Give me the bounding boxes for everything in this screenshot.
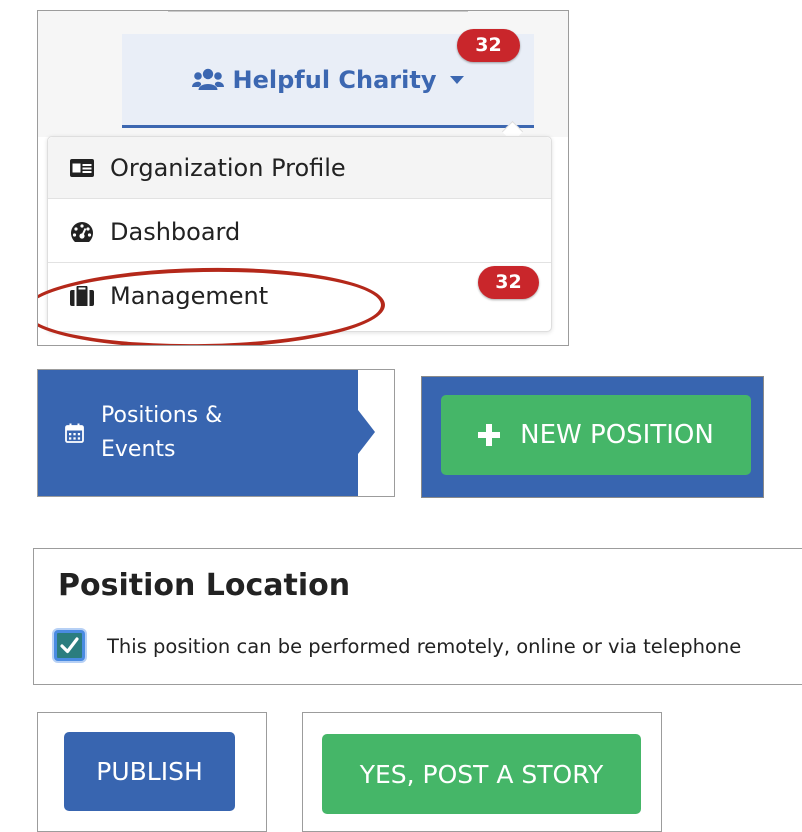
plus-icon <box>478 424 501 446</box>
new-position-panel: NEW POSITION <box>421 376 764 498</box>
org-name: Helpful Charity <box>232 65 437 94</box>
nav-item-label: Positions & Events <box>101 399 222 467</box>
tachometer-icon <box>71 221 93 242</box>
nav-label-line-2: Events <box>101 437 176 462</box>
management-badge: 32 <box>478 266 539 299</box>
menu-item-label: Organization Profile <box>110 153 346 182</box>
org-menu-panel: Helpful Charity 32 Organization Profile <box>37 10 569 346</box>
section-heading: Position Location <box>58 568 351 603</box>
caret-down-icon <box>450 75 465 84</box>
calendar-icon <box>65 423 84 443</box>
new-position-label: NEW POSITION <box>520 420 714 450</box>
positions-events-panel: Positions & Events <box>37 369 395 497</box>
position-location-panel: Position Location This position can be p… <box>33 548 802 685</box>
checkmark-icon <box>60 637 79 654</box>
new-position-button[interactable]: NEW POSITION <box>441 395 751 475</box>
remote-checkbox-label[interactable]: This position can be performed remotely,… <box>107 635 741 658</box>
header-divider <box>168 11 468 12</box>
id-card-icon <box>70 158 94 177</box>
notification-badge: 32 <box>457 29 520 62</box>
menu-item-dashboard[interactable]: Dashboard <box>48 201 551 263</box>
menu-item-organization-profile[interactable]: Organization Profile <box>48 137 551 199</box>
active-arrow <box>358 410 375 454</box>
post-story-button[interactable]: YES, POST A STORY <box>322 734 641 814</box>
remote-checkbox[interactable] <box>54 630 85 661</box>
nav-item-positions-events[interactable]: Positions & Events <box>38 370 358 496</box>
publish-panel: PUBLISH <box>37 712 267 832</box>
menu-item-label: Dashboard <box>110 217 241 246</box>
publish-button[interactable]: PUBLISH <box>64 732 235 811</box>
post-story-panel: YES, POST A STORY <box>302 712 662 832</box>
users-icon <box>191 68 224 90</box>
nav-label-line-1: Positions & <box>101 402 223 428</box>
